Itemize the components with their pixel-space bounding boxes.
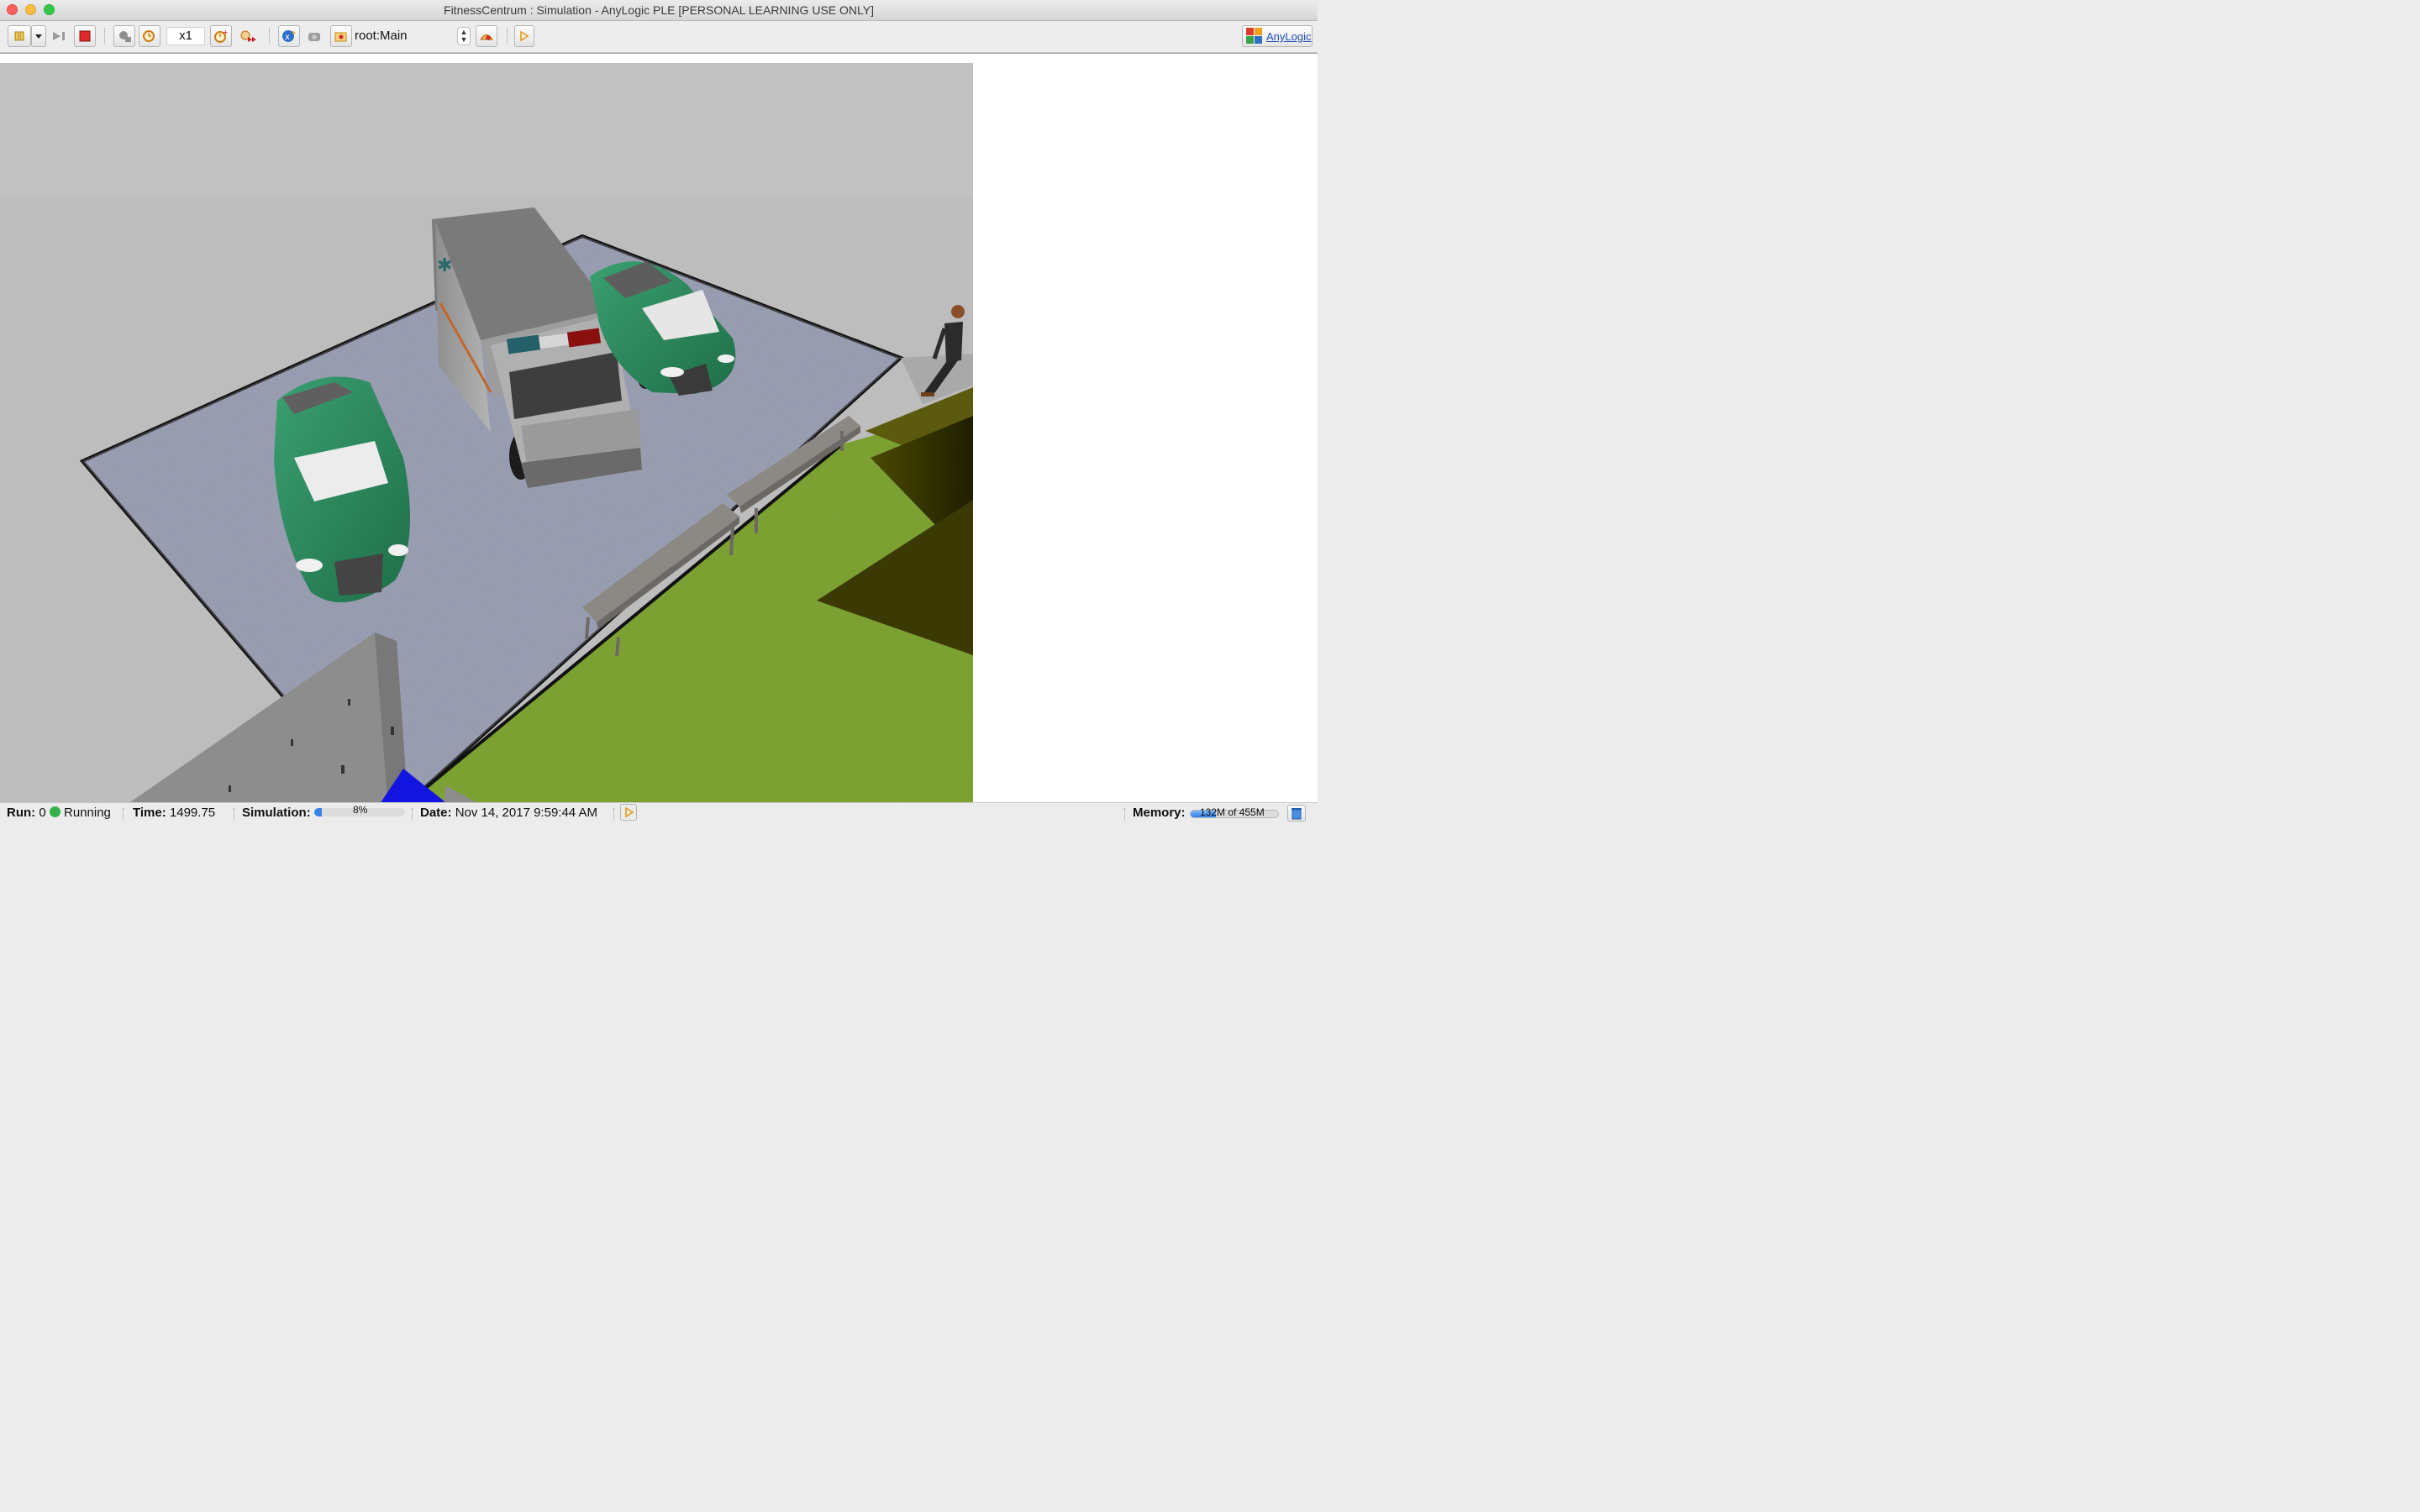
speed-up-button[interactable]: + — [210, 25, 232, 47]
simulation-progress-fill — [314, 808, 322, 816]
status-bar: Run: 0 Running Time: 1499.75 Simulation:… — [0, 802, 1318, 824]
date-label: Date: — [420, 806, 452, 820]
simulation-progress-text: 8% — [353, 804, 368, 816]
trash-icon — [1292, 808, 1302, 820]
view-area-icon — [480, 34, 493, 40]
date-value: Nov 14, 2017 9:59:44 AM — [455, 806, 597, 820]
agent-selector-stepper[interactable]: ▲ ▼ — [457, 27, 471, 45]
agent-selector[interactable]: root:Main ▲ ▼ — [355, 27, 471, 45]
svg-text:✱: ✱ — [437, 255, 452, 276]
simulation-canvas[interactable]: ✱ — [0, 53, 1318, 811]
run-label: Run: — [7, 806, 36, 820]
real-time-icon — [143, 30, 155, 42]
camera-button[interactable] — [304, 25, 326, 47]
slow-down-button[interactable] — [113, 25, 135, 47]
step-icon — [53, 32, 65, 40]
dropdown-arrow-icon — [35, 34, 42, 39]
stop-button[interactable] — [74, 25, 96, 47]
navigate-up-button[interactable]: x — [278, 25, 300, 47]
window-title: FitnessCentrum : Simulation - AnyLogic P… — [444, 3, 874, 17]
agent-selector-value: root:Main — [355, 29, 408, 43]
speed-up-icon: + — [214, 29, 229, 43]
3d-view[interactable]: ✱ — [0, 63, 973, 811]
virtual-time-icon — [240, 30, 256, 42]
memory-value: 132M of 455M — [1200, 806, 1265, 818]
run-value: 0 — [39, 806, 46, 820]
console-icon — [625, 806, 634, 818]
pause-button[interactable] — [8, 25, 31, 47]
pause-icon — [14, 31, 24, 41]
anylogic-logo-icon — [1246, 28, 1262, 44]
run-mode-dropdown[interactable] — [31, 25, 46, 47]
svg-text:x: x — [285, 33, 290, 42]
memory-label: Memory: — [1133, 806, 1186, 820]
title-bar: FitnessCentrum : Simulation - AnyLogic P… — [0, 0, 1318, 21]
virtual-time-button[interactable] — [238, 25, 260, 47]
time-label: Time: — [133, 806, 166, 820]
time-value: 1499.75 — [169, 806, 216, 820]
speed-value: x1 — [166, 27, 205, 45]
stop-icon — [79, 30, 91, 42]
simulation-toolbar: x1 + x root:Main ▲ ▼ AnyLogic — [0, 21, 1318, 53]
slow-down-icon — [119, 31, 131, 42]
console-button[interactable] — [514, 25, 534, 47]
camera-icon — [308, 33, 320, 41]
simulation-label: Simulation: — [242, 806, 311, 820]
console-status-button[interactable] — [620, 804, 637, 821]
navigate-up-icon: x — [282, 30, 296, 42]
step-button[interactable] — [49, 25, 71, 47]
anylogic-link-button[interactable]: AnyLogic — [1242, 25, 1313, 47]
agent-navigate-button[interactable] — [330, 25, 352, 47]
svg-text:+: + — [223, 29, 229, 36]
garbage-collect-button[interactable] — [1287, 805, 1306, 822]
console-icon — [520, 30, 529, 42]
real-time-button[interactable] — [139, 25, 160, 47]
running-indicator-icon — [49, 806, 60, 817]
anylogic-link-label: AnyLogic — [1266, 30, 1312, 43]
agent-navigate-icon — [334, 32, 347, 42]
run-state: Running — [64, 806, 111, 820]
up-down-arrows-icon: ▲ ▼ — [460, 28, 468, 44]
view-area-button[interactable] — [476, 25, 497, 47]
